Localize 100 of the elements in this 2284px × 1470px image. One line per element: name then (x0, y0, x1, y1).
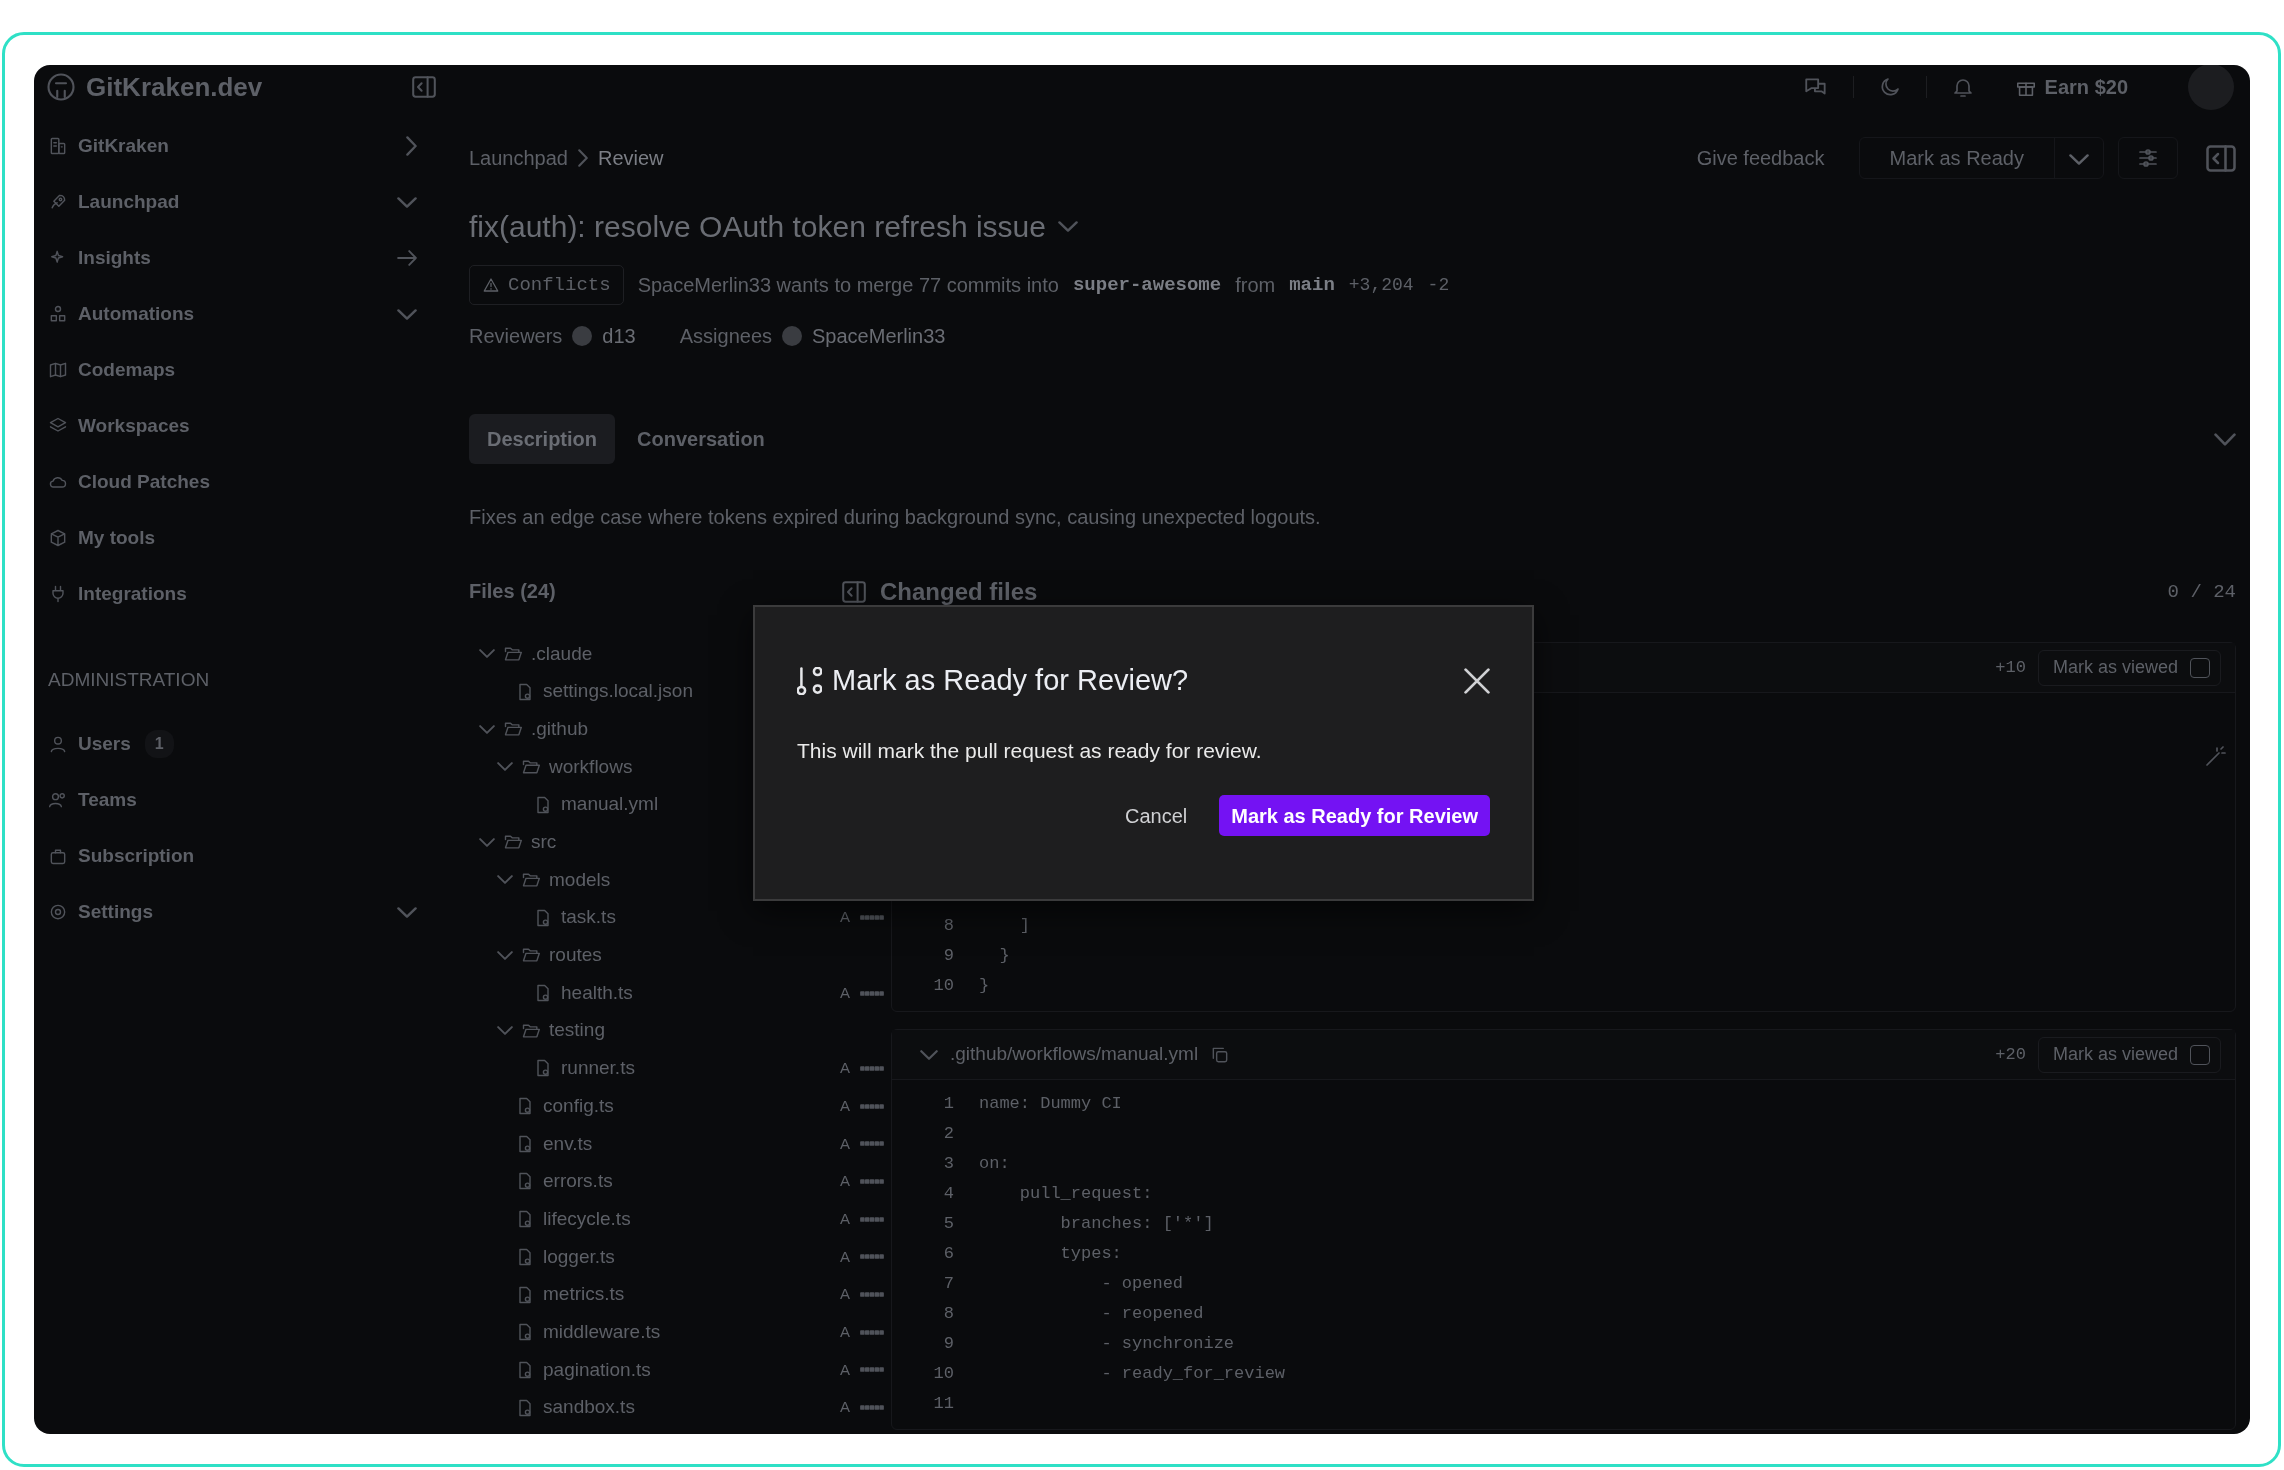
file-status: A (840, 1284, 850, 1305)
line-number: 7 (942, 1273, 954, 1296)
file-tree-item[interactable]: settings.local.json (469, 677, 693, 706)
file-tree-item[interactable]: metrics.ts (469, 1280, 625, 1309)
confirm-button[interactable]: Mark as Ready for Review (1219, 795, 1490, 836)
filter-button[interactable] (2118, 137, 2178, 179)
checkbox[interactable] (2190, 657, 2210, 678)
file-tree-item[interactable]: testing (469, 1016, 605, 1045)
file-path: .github/workflows/manual.yml (950, 1042, 1199, 1067)
warning-icon (482, 276, 500, 294)
diff-bar-icon (860, 1367, 884, 1373)
building-icon (48, 136, 68, 156)
breadcrumb-link[interactable]: Review (598, 143, 664, 173)
line-number: 9 (942, 1333, 954, 1356)
line-number: 9 (942, 945, 954, 968)
file-tree-item[interactable]: .claude (469, 639, 593, 669)
chevron-down-icon (2214, 432, 2236, 446)
code-line: ] (1018, 915, 1030, 938)
file-tree-item[interactable]: models (469, 865, 611, 895)
code-line: } (979, 975, 990, 998)
file-status: A (840, 1171, 850, 1192)
sidebar-item[interactable]: Launchpad (48, 174, 417, 230)
panel-toggle-button[interactable] (2206, 144, 2236, 172)
mark-viewed-button[interactable]: Mark as viewed (2037, 649, 2221, 686)
file-tree-item[interactable]: sandbox.ts (469, 1393, 635, 1422)
sidebar-item[interactable]: My tools (48, 510, 417, 566)
shapes-icon (48, 304, 68, 324)
section-heading: ADMINISTRATION (48, 668, 211, 692)
panel-icon (412, 76, 437, 98)
mark-ready-button[interactable]: Mark as Ready (1859, 138, 2055, 178)
line-number: 4 (942, 1183, 954, 1206)
breadcrumb-link[interactable]: Launchpad (469, 143, 568, 173)
sidebar-item[interactable]: Teams (48, 772, 417, 828)
file-tree-item[interactable]: middleware.ts (469, 1317, 661, 1347)
reward-link[interactable]: Earn $20 (2014, 72, 2128, 102)
file-tree-item[interactable]: routes (469, 941, 602, 970)
diff-bar-icon (860, 1103, 884, 1109)
file-status: A (840, 982, 850, 1003)
file-tree-item[interactable]: manual.yml (469, 790, 659, 819)
tab[interactable]: Conversation (619, 414, 783, 464)
file-tree-item[interactable]: health.ts (469, 978, 633, 1008)
merge-summary: SpaceMerlin33 wants to merge 77 commits into (637, 273, 1059, 298)
code-line: branches: ['*'] (1059, 1213, 1214, 1236)
deletions-count: -2 (1427, 273, 1450, 297)
checkbox[interactable] (2190, 1044, 2210, 1065)
code-line: - ready_for_review (1100, 1363, 1286, 1386)
sidebar-item[interactable]: Cloud Patches (48, 454, 417, 510)
file-tree-item[interactable]: env.ts (469, 1129, 593, 1159)
chevron-down-icon (397, 196, 417, 208)
file-tree-item[interactable]: lifecycle.ts (469, 1204, 631, 1234)
assignee-name: SpaceMerlin33 (812, 324, 946, 349)
wand-icon (2203, 745, 2227, 769)
additions-count: +20 (1995, 1043, 2026, 1066)
chevron-down-icon (1057, 220, 1078, 232)
sidebar-item[interactable]: Insights (48, 230, 417, 286)
line-number: 5 (942, 1213, 954, 1236)
collapse-sidebar-button[interactable] (412, 76, 437, 98)
line-number: 8 (942, 915, 954, 938)
file-status: A (840, 1359, 850, 1380)
file-tree-item[interactable]: runner.ts (469, 1054, 635, 1083)
diff-bar-icon (860, 1141, 884, 1147)
file-tree-item[interactable]: config.ts (469, 1091, 614, 1121)
branch-name: main (1289, 272, 1335, 298)
people-icon (48, 790, 68, 810)
tab[interactable]: Description (469, 414, 616, 464)
panel-icon (2206, 144, 2236, 172)
file-tree-item[interactable]: workflows (469, 752, 633, 782)
line-number: 10 (932, 975, 954, 998)
file-status: A (840, 1133, 850, 1154)
feedback-link[interactable]: Give feedback (1690, 142, 1831, 174)
file-tree-item[interactable]: logger.ts (469, 1242, 615, 1272)
mark-viewed-button[interactable]: Mark as viewed (2037, 1036, 2221, 1073)
panel-icon (842, 581, 866, 604)
reviewer-avatar (572, 326, 593, 346)
sidebar-item[interactable]: Codemaps (48, 342, 417, 398)
line-number: 1 (942, 1093, 954, 1116)
code-line: types: (1059, 1243, 1122, 1266)
sidebar-item[interactable]: Automations (48, 286, 417, 342)
sidebar-item[interactable]: Workspaces (48, 398, 417, 454)
close-button[interactable] (1464, 668, 1490, 694)
sliders-icon (2136, 146, 2160, 170)
cancel-button[interactable]: Cancel (1118, 799, 1194, 832)
file-tree-item[interactable]: pagination.ts (469, 1355, 651, 1385)
file-tree-item[interactable]: errors.ts (469, 1167, 613, 1196)
code-line: - opened (1100, 1273, 1184, 1296)
sidebar-item[interactable]: Integrations (48, 566, 417, 622)
sidebar-item[interactable]: Users 1 (48, 716, 417, 772)
caret-icon (2069, 154, 2089, 166)
sidebar-item[interactable]: GitKraken (48, 118, 417, 174)
assignee-avatar (782, 326, 802, 346)
sidebar-item[interactable]: Subscription (48, 828, 417, 884)
file-tree-item[interactable]: task.ts (469, 903, 616, 932)
file-tree-item[interactable]: .github (469, 714, 589, 744)
settings-icon (48, 902, 68, 922)
file-status: A (840, 1246, 850, 1267)
diff-bar-icon (860, 1405, 884, 1411)
file-status: A (840, 1095, 850, 1116)
dialog-message: This will mark the pull request as ready for review. (797, 738, 1263, 764)
file-tree-item[interactable]: src (469, 828, 557, 857)
sidebar-item[interactable]: Settings (48, 884, 417, 940)
